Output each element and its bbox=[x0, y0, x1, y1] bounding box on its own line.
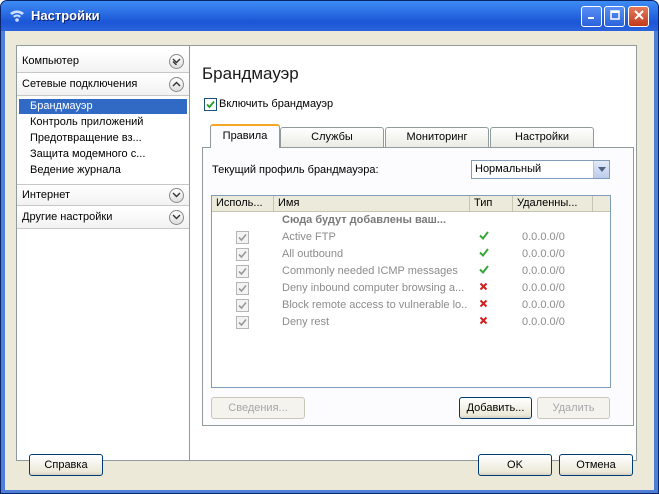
deny-icon bbox=[479, 281, 488, 296]
nav-item-logging[interactable]: Ведение журнала bbox=[19, 163, 187, 178]
maximize-icon bbox=[609, 10, 620, 20]
ok-button[interactable]: OK bbox=[478, 454, 552, 476]
collapse-toggle[interactable] bbox=[169, 77, 184, 92]
tab-rules[interactable]: Правила bbox=[210, 124, 280, 148]
rule-name: Commonly needed ICMP messages bbox=[282, 265, 458, 277]
details-button[interactable]: Сведения... bbox=[211, 397, 305, 419]
expand-toggle[interactable] bbox=[169, 188, 184, 203]
minimize-button[interactable] bbox=[581, 6, 602, 27]
dropdown-button[interactable] bbox=[593, 161, 609, 178]
page-title: Брандмауэр bbox=[202, 64, 299, 83]
nav-category-label: Другие настройки bbox=[22, 211, 113, 223]
rule-enabled-checkbox[interactable] bbox=[236, 299, 249, 312]
rule-name: Deny rest bbox=[282, 316, 330, 328]
nav-category-label: Интернет bbox=[22, 189, 70, 201]
rule-enabled-checkbox[interactable] bbox=[236, 231, 249, 244]
rule-enabled-checkbox[interactable] bbox=[236, 282, 249, 295]
close-icon bbox=[633, 10, 644, 20]
rules-group-header: Сюда будут добавлены ваш... bbox=[282, 214, 447, 226]
app-icon bbox=[10, 10, 24, 22]
nav-category-label: Сетевые подключения bbox=[22, 78, 138, 90]
column-header-name[interactable]: Имя bbox=[274, 196, 470, 212]
checkmark-icon bbox=[238, 318, 247, 327]
chevron-down-icon bbox=[598, 167, 606, 172]
rule-remote: 0.0.0.0/0 bbox=[522, 282, 565, 294]
window-client-area: Компьютер Сетевые подключения Брандмауэр… bbox=[5, 31, 654, 490]
tab-services[interactable]: Службы bbox=[280, 127, 384, 147]
rule-name: All outbound bbox=[282, 248, 344, 260]
nav-item-modem-protection[interactable]: Защита модемного с... bbox=[19, 147, 187, 162]
cancel-button[interactable]: Отмена bbox=[559, 454, 633, 476]
chevron-down-icon bbox=[172, 58, 181, 65]
expand-toggle[interactable] bbox=[169, 210, 184, 225]
close-button[interactable] bbox=[628, 6, 649, 27]
rule-name: Deny inbound computer browsing a... bbox=[282, 282, 465, 294]
rules-list-header: Исполь... Имя Тип Удаленны... bbox=[212, 196, 610, 212]
rule-remote: 0.0.0.0/0 bbox=[522, 248, 565, 260]
tab-settings[interactable]: Настройки bbox=[490, 127, 594, 147]
rules-list[interactable]: Исполь... Имя Тип Удаленны... Сюда будут… bbox=[211, 195, 611, 388]
nav-category-label: Компьютер bbox=[22, 55, 79, 67]
firewall-content: Брандмауэр Включить брандмауэр Правила С… bbox=[191, 46, 636, 460]
enable-firewall-label: Включить брандмауэр bbox=[219, 98, 334, 110]
table-row[interactable]: Deny inbound computer browsing a... 0.0.… bbox=[212, 280, 610, 297]
rule-remote: 0.0.0.0/0 bbox=[522, 265, 565, 277]
maximize-button[interactable] bbox=[604, 6, 625, 27]
settings-navigation: Компьютер Сетевые подключения Брандмауэр… bbox=[17, 46, 190, 460]
title-bar[interactable]: Настройки bbox=[1, 1, 658, 31]
nav-item-app-control[interactable]: Контроль приложений bbox=[19, 115, 187, 130]
nav-category-other[interactable]: Другие настройки bbox=[17, 207, 189, 229]
checkmark-icon bbox=[238, 267, 247, 276]
nav-category-internet[interactable]: Интернет bbox=[17, 184, 189, 206]
help-button[interactable]: Справка bbox=[29, 454, 103, 476]
chevron-up-icon bbox=[172, 81, 181, 87]
column-header-type[interactable]: Тип bbox=[470, 196, 513, 212]
expand-toggle[interactable] bbox=[169, 54, 184, 69]
table-row[interactable]: All outbound 0.0.0.0/0 bbox=[212, 246, 610, 263]
rule-remote: 0.0.0.0/0 bbox=[522, 299, 565, 311]
rule-enabled-checkbox[interactable] bbox=[236, 265, 249, 278]
profile-label: Текущий профиль брандмауэра: bbox=[212, 164, 379, 176]
checkmark-icon bbox=[238, 250, 247, 259]
enable-firewall-checkbox[interactable] bbox=[204, 98, 217, 111]
table-row[interactable]: Block remote access to vulnerable lo... … bbox=[212, 297, 610, 314]
nav-category-network[interactable]: Сетевые подключения bbox=[17, 74, 189, 96]
rule-remote: 0.0.0.0/0 bbox=[522, 231, 565, 243]
deny-icon bbox=[479, 298, 488, 313]
table-row[interactable]: Commonly needed ICMP messages 0.0.0.0/0 bbox=[212, 263, 610, 280]
deny-icon bbox=[479, 315, 488, 330]
tab-monitoring[interactable]: Мониторинг bbox=[385, 127, 489, 147]
checkmark-icon bbox=[238, 233, 247, 242]
rule-enabled-checkbox[interactable] bbox=[236, 316, 249, 329]
settings-window: Настройки Компьютер Сетевые подключения bbox=[0, 0, 659, 494]
chevron-down-icon bbox=[172, 192, 181, 198]
checkmark-icon bbox=[206, 100, 215, 109]
window-title: Настройки bbox=[31, 8, 100, 23]
settings-panel: Компьютер Сетевые подключения Брандмауэр… bbox=[16, 45, 637, 461]
rule-enabled-checkbox[interactable] bbox=[236, 248, 249, 261]
allow-icon bbox=[479, 264, 489, 279]
table-row[interactable]: Active FTP 0.0.0.0/0 bbox=[212, 229, 610, 246]
checkmark-icon bbox=[238, 301, 247, 310]
column-header-remote[interactable]: Удаленны... bbox=[513, 196, 593, 212]
allow-icon bbox=[479, 247, 489, 262]
allow-icon bbox=[479, 230, 489, 245]
profile-select[interactable]: Нормальный bbox=[471, 160, 610, 179]
remove-rule-button[interactable]: Удалить bbox=[537, 397, 610, 419]
profile-select-value: Нормальный bbox=[475, 163, 542, 175]
chevron-down-icon bbox=[172, 214, 181, 220]
column-header-enabled[interactable]: Исполь... bbox=[212, 196, 274, 212]
rules-tab-panel: Текущий профиль брандмауэра: Нормальный … bbox=[202, 147, 634, 426]
rule-name: Block remote access to vulnerable lo... bbox=[282, 299, 467, 311]
table-row[interactable]: Deny rest 0.0.0.0/0 bbox=[212, 314, 610, 331]
rule-remote: 0.0.0.0/0 bbox=[522, 316, 565, 328]
nav-item-firewall[interactable]: Брандмауэр bbox=[19, 99, 187, 114]
minimize-icon bbox=[587, 17, 594, 19]
nav-item-intrusion-prevention[interactable]: Предотвращение вз... bbox=[19, 131, 187, 146]
checkmark-icon bbox=[238, 284, 247, 293]
rule-name: Active FTP bbox=[282, 231, 336, 243]
add-rule-button[interactable]: Добавить... bbox=[459, 397, 532, 419]
nav-category-computer[interactable]: Компьютер bbox=[17, 51, 189, 73]
